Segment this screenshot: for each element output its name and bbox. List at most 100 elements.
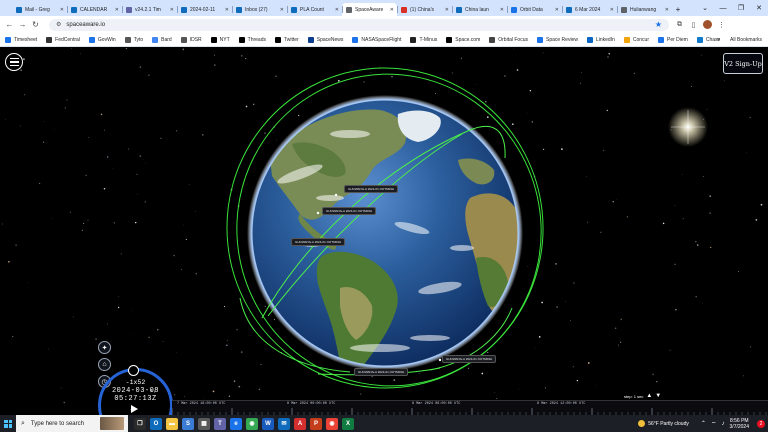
bookmark-item[interactable]: IDSR <box>180 36 202 43</box>
mail-icon[interactable]: ✉ <box>278 417 290 430</box>
browser-tab[interactable]: Hulianwang ✕ <box>617 3 672 16</box>
chrome-icon[interactable]: ◉ <box>246 417 258 430</box>
bookmark-item[interactable]: NYT <box>210 36 230 43</box>
tab-close-icon[interactable]: ✕ <box>555 7 559 13</box>
hamburger-menu-button[interactable] <box>5 53 23 71</box>
maximize-button[interactable]: ❐ <box>732 0 750 16</box>
bookmark-item[interactable]: Orbital Focus <box>489 36 528 43</box>
bookmark-favicon-icon <box>307 36 314 43</box>
tab-search-icon[interactable]: ⌄ <box>696 0 714 16</box>
minimize-button[interactable]: — <box>714 0 732 16</box>
satellite-label[interactable]: GUOWANG-A 2024-01 OOTM03H <box>322 207 377 215</box>
bookmark-item[interactable]: Tyto <box>124 36 143 43</box>
bookmark-item[interactable]: SpaceNews <box>307 36 343 43</box>
browser-tab[interactable]: PLA Count ✕ <box>287 3 342 16</box>
bookmark-item[interactable]: Bard <box>152 36 172 43</box>
browser-tab[interactable]: China laun ✕ <box>452 3 507 16</box>
satellite-icon[interactable]: ✦ <box>98 341 111 354</box>
weather-widget[interactable]: 56°F Partly cloudy <box>638 420 689 427</box>
play-icon[interactable] <box>131 405 138 413</box>
bookmark-item[interactable]: T-Minus <box>410 36 437 43</box>
time-dial-knob[interactable] <box>128 365 139 376</box>
bookmark-item[interactable]: Twitter <box>275 36 299 43</box>
bookmarks-chevron-icon[interactable]: » <box>717 37 720 43</box>
all-bookmarks-link[interactable]: All Bookmarks <box>730 37 762 43</box>
bookmark-item[interactable]: Threads <box>238 36 266 43</box>
browser-tab[interactable]: 6 Mar 2024 ✕ <box>562 3 617 16</box>
browser-tab[interactable]: Orbit Data ✕ <box>507 3 562 16</box>
tab-close-icon[interactable]: ✕ <box>60 7 64 13</box>
bookmark-item[interactable]: Space.com <box>446 36 480 43</box>
timeline-step-label: step: 1 sec <box>624 393 644 399</box>
bookmark-item[interactable]: Space Review <box>536 36 578 43</box>
word-icon[interactable]: W <box>262 417 274 430</box>
timeline-down-icon[interactable]: ▼ <box>655 393 661 399</box>
tab-close-icon[interactable]: ✕ <box>665 7 669 13</box>
forward-button[interactable]: → <box>17 19 28 30</box>
address-bar[interactable]: ⚙ spaceaware.io ★ <box>49 18 669 31</box>
tab-close-icon[interactable]: ✕ <box>225 7 229 13</box>
tray-chevron-icon[interactable]: ⌃ <box>701 420 706 427</box>
chrome-2-icon[interactable]: ◉ <box>326 417 338 430</box>
browser-tab-strip: Mail - Greg ✕ CALENDAR ✕ v24.2.1 Tim ✕ 2024-02… <box>0 0 768 16</box>
globe-viewport[interactable]: GUOWANG-A 2024-01 OOTM03H GUOWANG-A 2024… <box>0 48 768 415</box>
taskbar-clock[interactable]: 8:56 PM 3/7/2024 <box>730 418 749 430</box>
teams-icon[interactable]: T <box>214 417 226 430</box>
task-view-icon[interactable]: ❐ <box>134 417 146 430</box>
browser-tab[interactable]: Inbox (27) ✕ <box>232 3 287 16</box>
notification-badge[interactable]: 2 <box>757 419 765 428</box>
satellite-label[interactable]: GUOWANG-A 2024-01 OOTM03H <box>344 185 399 193</box>
satellite-label[interactable]: GUOWANG-A 2024-01 OOTM03H <box>442 355 497 363</box>
menu-kebab-icon[interactable]: ⋮ <box>717 20 726 29</box>
tab-close-icon[interactable]: ✕ <box>500 7 504 13</box>
tab-close-icon[interactable]: ✕ <box>115 7 119 13</box>
bookmark-item[interactable]: Timesheet <box>5 36 38 43</box>
volume-icon[interactable]: ♪ <box>722 421 725 427</box>
timeline-up-icon[interactable]: ▲ <box>646 393 652 399</box>
edge-icon[interactable]: e <box>230 417 242 430</box>
browser-tab[interactable]: 2024-02-11 ✕ <box>177 3 232 16</box>
taskbar-search-box[interactable]: ⌕ Type here to search <box>16 415 128 432</box>
tab-close-icon[interactable]: ✕ <box>280 7 284 13</box>
calculator-icon[interactable]: ▦ <box>198 417 210 430</box>
tab-close-icon[interactable]: ✕ <box>335 7 339 13</box>
extensions-icon[interactable]: ⧉ <box>675 20 684 29</box>
start-button[interactable] <box>0 415 16 432</box>
bookmark-item[interactable]: FedCentral <box>46 36 80 43</box>
outlook-icon[interactable]: O <box>150 417 162 430</box>
explorer-icon[interactable]: ▬ <box>166 417 178 430</box>
satellite-label[interactable]: GUOWANG-A 2024-01 OOTM03H <box>354 368 409 376</box>
satellite-label[interactable]: GUOWANG-A 2024-01 OOTM03H <box>291 238 346 246</box>
browser-tab[interactable]: Mail - Greg ✕ <box>12 3 67 16</box>
powerpoint-icon[interactable]: P <box>310 417 322 430</box>
bookmark-star-icon[interactable]: ★ <box>655 20 662 29</box>
network-icon[interactable]: ⌔ <box>711 420 717 428</box>
browser-tab[interactable]: SpaceAware ✕ <box>342 3 397 16</box>
back-button[interactable]: ← <box>4 19 15 30</box>
browser-tab[interactable]: CALENDAR ✕ <box>67 3 122 16</box>
bookmark-item[interactable]: NASASpaceFlight <box>352 36 401 43</box>
bookmark-item[interactable]: Concur <box>623 36 649 43</box>
timeline-bar[interactable]: 7 Mar 2024 18:00:00 UTC 8 Mar 2024 00:00… <box>172 400 768 415</box>
browser-tab[interactable]: (1) China's ✕ <box>397 3 452 16</box>
bookmark-item[interactable]: LinkedIn <box>586 36 615 43</box>
bookmark-item[interactable]: Per Diem <box>657 36 688 43</box>
site-info-icon[interactable]: ⚙ <box>56 21 61 28</box>
tab-close-icon[interactable]: ✕ <box>390 7 394 13</box>
bookmark-item[interactable]: GovWin <box>88 36 116 43</box>
store-icon[interactable]: S <box>182 417 194 430</box>
bookmark-label: Timesheet <box>14 36 38 43</box>
excel-icon[interactable]: X <box>342 417 354 430</box>
tab-close-icon[interactable]: ✕ <box>445 7 449 13</box>
tab-close-icon[interactable]: ✕ <box>610 7 614 13</box>
profile-avatar[interactable] <box>703 20 712 29</box>
close-window-button[interactable]: ✕ <box>750 0 768 16</box>
v2-signup-button[interactable]: V2 Sign-Up <box>723 53 763 74</box>
tab-favicon-icon <box>126 6 132 13</box>
sidepanel-icon[interactable]: ▯ <box>689 20 698 29</box>
acrobat-icon[interactable]: A <box>294 417 306 430</box>
tab-close-icon[interactable]: ✕ <box>170 7 174 13</box>
browser-tab[interactable]: v24.2.1 Tim ✕ <box>122 3 177 16</box>
reload-button[interactable]: ↻ <box>30 19 41 30</box>
new-tab-button[interactable]: + <box>672 3 684 16</box>
